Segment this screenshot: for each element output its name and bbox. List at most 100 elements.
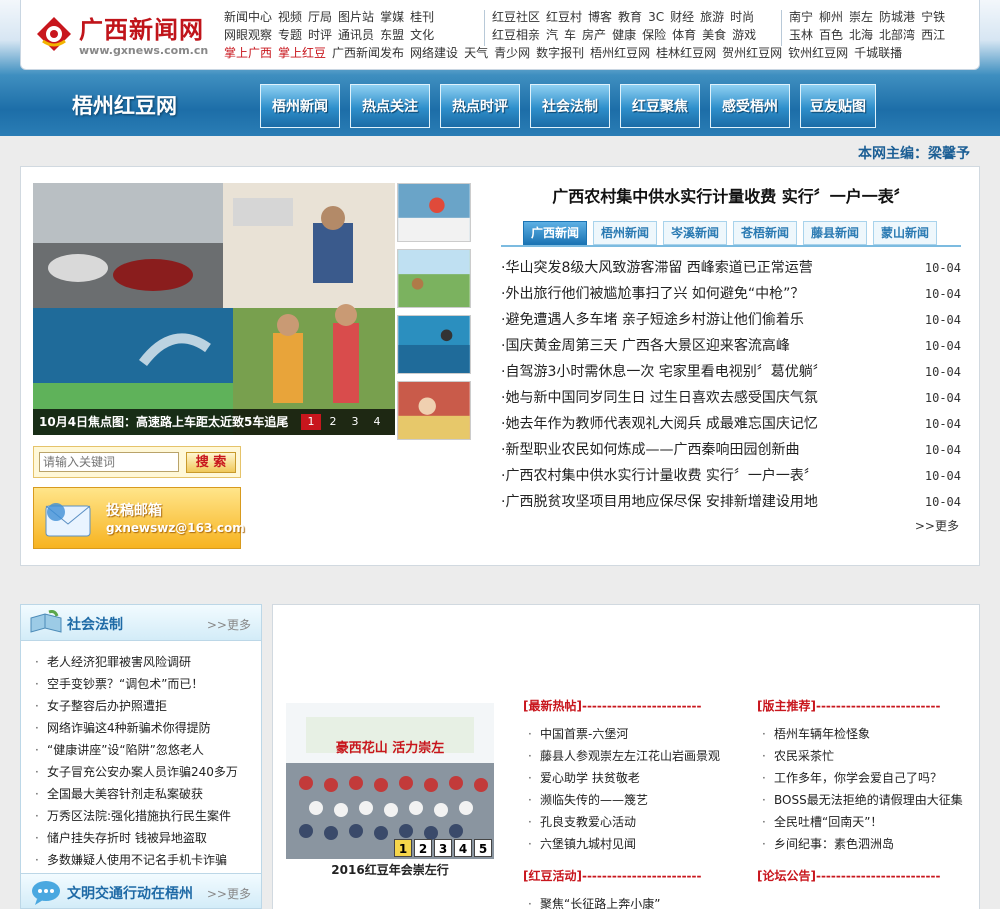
- news-title-link[interactable]: ·新型职业农民如何炼成——广西秦响田园创新曲: [501, 437, 799, 463]
- focus-slideshow[interactable]: 10月4日焦点图：高速路上车距太近致5车追尾 1234: [33, 183, 395, 435]
- pager-button[interactable]: 2: [323, 414, 343, 430]
- list-link[interactable]: BOSS最无法拒绝的请假理由大征集: [774, 793, 963, 807]
- list-link[interactable]: “健康讲座”设“陷阱”忽悠老人: [47, 743, 204, 757]
- list-link[interactable]: 全国最大美容针剂走私案破获: [47, 787, 203, 801]
- photo-caption[interactable]: 2016红豆年会崇左行: [286, 861, 494, 878]
- list-link[interactable]: 梧州车辆年检怪象: [774, 727, 870, 741]
- nav-link[interactable]: 掌上红豆: [278, 44, 326, 62]
- list-link[interactable]: 孔良支教爱心活动: [540, 815, 636, 829]
- list-link[interactable]: 乡间纪事：素色泗洲岛: [774, 837, 894, 851]
- channel-tab[interactable]: 感受梧州: [710, 84, 790, 128]
- news-title-link[interactable]: ·她与新中国同岁同生日 过生日喜欢去感受国庆气氛: [501, 385, 818, 411]
- nav-link[interactable]: 掌媒: [380, 8, 404, 26]
- nav-link[interactable]: 钦州红豆网: [788, 44, 848, 62]
- list-link[interactable]: 藤县人参观崇左左江花山岩画景观: [540, 749, 720, 763]
- thumbnail-image[interactable]: [397, 315, 471, 374]
- nav-link[interactable]: 梧州红豆网: [590, 44, 650, 62]
- pager-button[interactable]: 3: [434, 839, 452, 857]
- channel-tab[interactable]: 梧州新闻: [260, 84, 340, 128]
- nav-link[interactable]: 网络建设: [410, 44, 458, 62]
- nav-link[interactable]: 天气: [464, 44, 488, 62]
- thumbnail-image[interactable]: [397, 381, 471, 440]
- news-title-link[interactable]: ·广西农村集中供水实行计量收费 实行〞一户一表〞: [501, 463, 818, 489]
- list-link[interactable]: 老人经济犯罪被害风险调研: [47, 655, 191, 669]
- news-title-link[interactable]: ·华山突发8级大风致游客滞留 西峰索道已正常运营: [501, 255, 813, 281]
- nav-link[interactable]: 教育: [618, 8, 642, 26]
- nav-link[interactable]: 南宁: [789, 8, 813, 26]
- channel-tab[interactable]: 热点时评: [440, 84, 520, 128]
- nav-link[interactable]: 掌上广西: [224, 44, 272, 62]
- nav-link[interactable]: 3C: [648, 8, 664, 26]
- channel-tab[interactable]: 热点关注: [350, 84, 430, 128]
- nav-link[interactable]: 桂刊: [410, 8, 434, 26]
- list-link[interactable]: 中国首票-六堡河: [540, 727, 628, 741]
- nav-link[interactable]: 新闻中心: [224, 8, 272, 26]
- pager-button[interactable]: 1: [394, 839, 412, 857]
- section-more-link[interactable]: >>更多: [207, 885, 251, 902]
- list-link[interactable]: 万秀区法院:强化措施执行民生案件: [47, 809, 231, 823]
- pager-button[interactable]: 3: [345, 414, 365, 430]
- nav-link[interactable]: 体育: [672, 26, 696, 44]
- list-link[interactable]: 储户挂失存折时 钱被异地盗取: [47, 831, 207, 845]
- nav-link[interactable]: 红豆村: [546, 8, 582, 26]
- nav-link[interactable]: 美食: [702, 26, 726, 44]
- nav-link[interactable]: 房产: [582, 26, 606, 44]
- nav-link[interactable]: 青少网: [494, 44, 530, 62]
- news-tab[interactable]: 梧州新闻: [593, 221, 657, 245]
- nav-link[interactable]: 玉林: [789, 26, 813, 44]
- pager-button[interactable]: 4: [367, 414, 387, 430]
- nav-link[interactable]: 专题: [278, 26, 302, 44]
- pager-button[interactable]: 1: [301, 414, 321, 430]
- mailbox-email[interactable]: gxnewswz@163.com: [106, 521, 245, 535]
- news-tab[interactable]: 岑溪新闻: [663, 221, 727, 245]
- news-title-link[interactable]: ·自驾游3小时需休息一次 宅家里看电视别〞葛优躺〞: [501, 359, 827, 385]
- nav-link[interactable]: 时评: [308, 26, 332, 44]
- pager-button[interactable]: 5: [474, 839, 492, 857]
- list-link[interactable]: 空手变钞票？“调包术”而已！: [47, 677, 203, 691]
- pager-button[interactable]: 2: [414, 839, 432, 857]
- nav-link[interactable]: 博客: [588, 8, 612, 26]
- list-link[interactable]: 工作多年，你学会爱自己了吗？: [774, 771, 942, 785]
- site-logo[interactable]: 广西新闻网 www.gxnews.com.cn: [33, 10, 223, 62]
- nav-link[interactable]: 保险: [642, 26, 666, 44]
- nav-link[interactable]: 通讯员: [338, 26, 374, 44]
- news-title-link[interactable]: ·国庆黄金周第三天 广西各大景区迎来客流高峰: [501, 333, 790, 359]
- section-title[interactable]: 文明交通行动在梧州: [67, 883, 193, 903]
- news-tab[interactable]: 广西新闻: [523, 221, 587, 245]
- nav-link[interactable]: 千城联播: [854, 44, 902, 62]
- list-link[interactable]: 全民吐槽“回南天”！: [774, 815, 882, 829]
- nav-link[interactable]: 北部湾: [879, 26, 915, 44]
- nav-link[interactable]: 东盟: [380, 26, 404, 44]
- search-button[interactable]: 搜 索: [186, 452, 236, 473]
- nav-link[interactable]: 数字报刊: [536, 44, 584, 62]
- list-link[interactable]: 女子整容后办护照遭拒: [47, 699, 167, 713]
- search-input[interactable]: [39, 452, 179, 472]
- nav-link[interactable]: 图片站: [338, 8, 374, 26]
- thumbnail-image[interactable]: [397, 249, 471, 308]
- nav-link[interactable]: 网眼观察: [224, 26, 272, 44]
- nav-link[interactable]: 广西新闻发布: [332, 44, 404, 62]
- news-more-link[interactable]: >>更多: [915, 517, 959, 534]
- list-link[interactable]: 六堡镇九城村见闻: [540, 837, 636, 851]
- news-title-link[interactable]: ·广西脱贫攻坚项目用地应保尽保 安排新增建设用地: [501, 489, 818, 515]
- nav-link[interactable]: 宁铁: [921, 8, 945, 26]
- nav-link[interactable]: 贺州红豆网: [722, 44, 782, 62]
- nav-link[interactable]: 红豆相亲: [492, 26, 540, 44]
- section-title[interactable]: 社会法制: [67, 614, 123, 634]
- nav-link[interactable]: 财经: [670, 8, 694, 26]
- nav-link[interactable]: 红豆社区: [492, 8, 540, 26]
- news-tab[interactable]: 藤县新闻: [803, 221, 867, 245]
- event-photo[interactable]: 豪西花山 活力崇左 12345: [286, 703, 494, 859]
- news-title-link[interactable]: ·避免遭遇人多车堵 亲子短途乡村游让他们偷着乐: [501, 307, 804, 333]
- list-link[interactable]: 爱心助学 扶贫敬老: [540, 771, 640, 785]
- nav-link[interactable]: 游戏: [732, 26, 756, 44]
- news-tab[interactable]: 苍梧新闻: [733, 221, 797, 245]
- news-title-link[interactable]: ·她去年作为教师代表观礼大阅兵 成最难忘国庆记忆: [501, 411, 818, 437]
- nav-link[interactable]: 西江: [921, 26, 945, 44]
- list-link[interactable]: 农民采茶忙: [774, 749, 834, 763]
- nav-link[interactable]: 车: [564, 26, 576, 44]
- list-link[interactable]: 濒临失传的——篾艺: [540, 793, 648, 807]
- nav-link[interactable]: 汽: [546, 26, 558, 44]
- channel-tab[interactable]: 社会法制: [530, 84, 610, 128]
- nav-link[interactable]: 时尚: [730, 8, 754, 26]
